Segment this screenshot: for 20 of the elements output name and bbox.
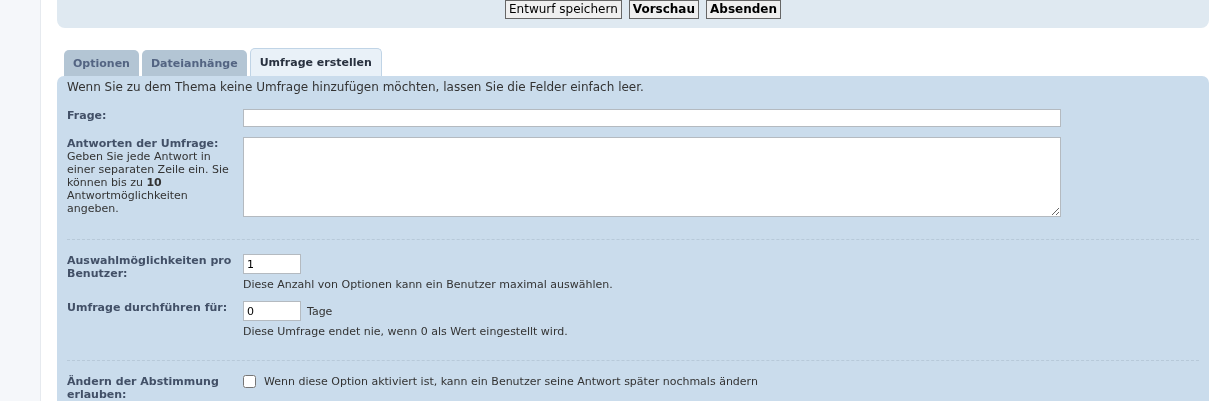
checkbox[interactable] (243, 375, 256, 388)
field-label: Ändern der Abstimmung erlauben: (67, 375, 220, 401)
form-button[interactable]: Vorschau (628, 0, 699, 19)
form-button[interactable]: Entwurf speichern (505, 0, 622, 19)
answers-textarea[interactable] (243, 137, 1061, 217)
tab[interactable]: Umfrage erstellen (249, 48, 382, 76)
form-button[interactable]: Absenden (706, 0, 781, 19)
intro-text: Wenn Sie zu dem Thema keine Umfrage hinzufügen möchten, lassen Sie die Felder einfach leer. (67, 80, 645, 94)
field-label: Frage: (67, 109, 108, 122)
question-field[interactable] (243, 109, 1061, 127)
field-label: Umfrage durchführen für: (67, 301, 229, 314)
number-field[interactable]: 0 (243, 301, 301, 321)
number-field[interactable]: 1 (243, 254, 301, 274)
field-label: Antworten der Umfrage: (67, 137, 220, 150)
field-explain: Diese Anzahl von Optionen kann ein Benutzer maximal auswählen. (243, 278, 613, 291)
field-label: Auswahlmöglichkeiten pro Benutzer: (67, 254, 233, 280)
field-explain: Diese Umfrage endet nie, wenn 0 als Wert eingestellt wird. (243, 325, 568, 338)
unit-label: Tage (307, 304, 333, 318)
field-hint: Geben Sie jede Antwort in einer separaten Zeile ein. Sie können bis zu 10 Antwortmöglichkeiten angeben. (67, 150, 230, 215)
checkbox-label: Wenn diese Option aktiviert ist, kann ein Benutzer seine Antwort später nochmals ändern (264, 375, 758, 388)
